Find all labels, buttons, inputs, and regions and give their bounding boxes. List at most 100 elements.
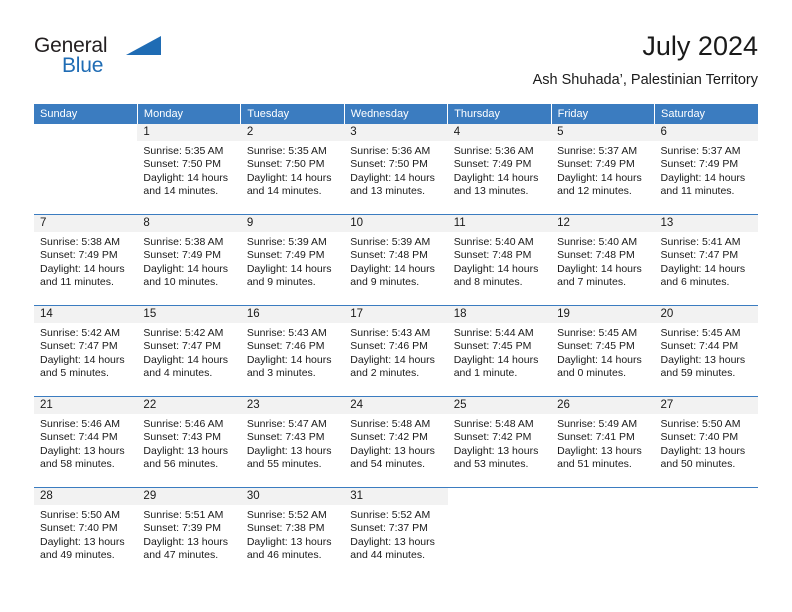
day-number: 20 — [654, 306, 758, 323]
sunset-text: Sunset: 7:37 PM — [350, 522, 428, 535]
day-number: 16 — [240, 306, 345, 323]
weekday-header-tuesday: Tuesday — [240, 104, 345, 124]
sunset-text: Sunset: 7:45 PM — [453, 340, 532, 353]
day-number: 3 — [344, 124, 448, 141]
daylight-text-line2: and 49 minutes. — [40, 549, 115, 562]
sunrise-text: Sunrise: 5:46 AM — [40, 418, 120, 430]
day-cell[interactable]: 22 Sunrise: 5:46 AM Sunset: 7:43 PM Dayligh… — [137, 396, 241, 488]
day-cell[interactable]: 14 Sunrise: 5:42 AM Sunset: 7:47 PM Dayligh… — [34, 305, 138, 397]
daylight-text-line2: and 44 minutes. — [350, 549, 425, 562]
day-number: 15 — [137, 306, 241, 323]
daylight-text-line2: and 12 minutes. — [557, 185, 632, 198]
daylight-text-line1: Daylight: 14 hours — [453, 262, 539, 275]
page-subtitle: Ash Shuhada’, Palestinian Territory — [532, 72, 758, 88]
sunrise-text: Sunrise: 5:38 AM — [143, 236, 224, 248]
day-cell[interactable]: 16 Sunrise: 5:43 AM Sunset: 7:46 PM Dayligh… — [240, 305, 345, 397]
day-cell[interactable]: 10 Sunrise: 5:39 AM Sunset: 7:48 PM Dayligh… — [344, 214, 448, 306]
day-cell[interactable]: 6 Sunrise: 5:37 AM Sunset: 7:49 PM Daylight… — [654, 124, 758, 215]
daylight-text-line2: and 13 minutes. — [350, 185, 425, 198]
day-number: 10 — [344, 215, 448, 232]
day-cell[interactable]: 19 Sunrise: 5:45 AM Sunset: 7:45 PM Dayligh… — [551, 305, 655, 397]
sunset-text: Sunset: 7:49 PM — [40, 249, 118, 262]
weekday-header-friday: Friday — [551, 104, 656, 124]
day-number: 24 — [344, 397, 448, 414]
sunset-text: Sunset: 7:49 PM — [453, 158, 532, 171]
day-cell[interactable]: 27 Sunrise: 5:50 AM Sunset: 7:40 PM Dayligh… — [654, 396, 758, 488]
day-number: 27 — [654, 397, 758, 414]
day-cell[interactable]: 25 Sunrise: 5:48 AM Sunset: 7:42 PM Dayligh… — [447, 396, 552, 488]
day-cell[interactable]: 3 Sunrise: 5:36 AM Sunset: 7:50 PM Daylight… — [344, 124, 448, 215]
sunrise-text: Sunrise: 5:48 AM — [453, 418, 534, 430]
sunset-text: Sunset: 7:49 PM — [246, 249, 325, 262]
day-cell[interactable]: 26 Sunrise: 5:49 AM Sunset: 7:41 PM Dayligh… — [551, 396, 655, 488]
day-number: 7 — [34, 215, 138, 232]
sunrise-text: Sunrise: 5:39 AM — [350, 236, 431, 248]
day-cell[interactable]: 4 Sunrise: 5:36 AM Sunset: 7:49 PM Daylight… — [447, 124, 552, 215]
daylight-text-line1: Daylight: 13 hours — [453, 444, 539, 457]
sunrise-text: Sunrise: 5:47 AM — [246, 418, 327, 430]
daylight-text-line1: Daylight: 14 hours — [557, 262, 642, 275]
day-number: 30 — [240, 488, 345, 505]
daylight-text-line1: Daylight: 14 hours — [453, 353, 539, 366]
day-cell[interactable]: 18 Sunrise: 5:44 AM Sunset: 7:45 PM Dayligh… — [447, 305, 552, 397]
sunset-text: Sunset: 7:48 PM — [557, 249, 635, 262]
logo-text-blue: Blue — [62, 54, 104, 77]
daylight-text-line1: Daylight: 13 hours — [350, 535, 435, 548]
day-cell[interactable]: 23 Sunrise: 5:47 AM Sunset: 7:43 PM Dayligh… — [240, 396, 345, 488]
sunset-text: Sunset: 7:49 PM — [660, 158, 739, 171]
day-cell[interactable]: 2 Sunrise: 5:35 AM Sunset: 7:50 PM Daylight… — [240, 124, 345, 215]
day-cell[interactable]: 29 Sunrise: 5:51 AM Sunset: 7:39 PM Dayligh… — [137, 487, 241, 578]
day-cell[interactable] — [447, 487, 552, 578]
day-cell[interactable]: 15 Sunrise: 5:42 AM Sunset: 7:47 PM Dayligh… — [137, 305, 241, 397]
day-cell[interactable]: 9 Sunrise: 5:39 AM Sunset: 7:49 PM Daylight… — [240, 214, 345, 306]
sunrise-text: Sunrise: 5:40 AM — [557, 236, 638, 248]
day-cell[interactable]: 5 Sunrise: 5:37 AM Sunset: 7:49 PM Daylight… — [551, 124, 655, 215]
day-cell[interactable]: 13 Sunrise: 5:41 AM Sunset: 7:47 PM Dayligh… — [654, 214, 758, 306]
day-cell[interactable] — [654, 487, 758, 578]
weekday-header-sunday: Sunday — [34, 104, 138, 124]
daylight-text-line2: and 11 minutes. — [660, 185, 735, 198]
day-cell[interactable]: 12 Sunrise: 5:40 AM Sunset: 7:48 PM Dayligh… — [551, 214, 655, 306]
sunrise-text: Sunrise: 5:52 AM — [350, 509, 431, 521]
daylight-text-line2: and 3 minutes. — [246, 367, 316, 380]
daylight-text-line2: and 2 minutes. — [350, 367, 420, 380]
day-cell[interactable]: 28 Sunrise: 5:50 AM Sunset: 7:40 PM Dayligh… — [34, 487, 138, 578]
daylight-text-line2: and 51 minutes. — [557, 458, 632, 471]
day-cell[interactable]: 20 Sunrise: 5:45 AM Sunset: 7:44 PM Dayligh… — [654, 305, 758, 397]
sunset-text: Sunset: 7:46 PM — [350, 340, 428, 353]
day-cell[interactable]: 24 Sunrise: 5:48 AM Sunset: 7:42 PM Dayligh… — [344, 396, 448, 488]
day-cell[interactable] — [34, 124, 138, 215]
general-blue-logo[interactable]: General Blue — [34, 34, 164, 86]
day-cell[interactable]: 30 Sunrise: 5:52 AM Sunset: 7:38 PM Dayligh… — [240, 487, 345, 578]
day-cell[interactable]: 21 Sunrise: 5:46 AM Sunset: 7:44 PM Dayligh… — [34, 396, 138, 488]
day-cell[interactable]: 1 Sunrise: 5:35 AM Sunset: 7:50 PM Daylight… — [137, 124, 241, 215]
week-row: 21 Sunrise: 5:46 AM Sunset: 7:44 PM Dayligh… — [34, 396, 758, 488]
sunrise-text: Sunrise: 5:45 AM — [660, 327, 741, 339]
day-cell[interactable]: 11 Sunrise: 5:40 AM Sunset: 7:48 PM Dayligh… — [447, 214, 552, 306]
daylight-text-line1: Daylight: 13 hours — [350, 444, 435, 457]
week-row: 1 Sunrise: 5:35 AM Sunset: 7:50 PM Daylight… — [34, 124, 758, 215]
day-number: 8 — [137, 215, 241, 232]
daylight-text-line1: Daylight: 14 hours — [40, 262, 125, 275]
day-number: 28 — [34, 488, 138, 505]
day-cell[interactable]: 8 Sunrise: 5:38 AM Sunset: 7:49 PM Daylight… — [137, 214, 241, 306]
day-cell[interactable]: 31 Sunrise: 5:52 AM Sunset: 7:37 PM Dayligh… — [344, 487, 448, 578]
daylight-text-line2: and 9 minutes. — [350, 276, 420, 289]
day-number: 26 — [551, 397, 655, 414]
daylight-text-line2: and 11 minutes. — [40, 276, 114, 289]
sunrise-text: Sunrise: 5:45 AM — [557, 327, 638, 339]
daylight-text-line1: Daylight: 14 hours — [350, 353, 435, 366]
sunrise-text: Sunrise: 5:35 AM — [246, 145, 327, 157]
day-cell[interactable]: 7 Sunrise: 5:38 AM Sunset: 7:49 PM Daylight… — [34, 214, 138, 306]
sunset-text: Sunset: 7:42 PM — [350, 431, 428, 444]
week-row: 14 Sunrise: 5:42 AM Sunset: 7:47 PM Dayligh… — [34, 305, 758, 397]
sunset-text: Sunset: 7:48 PM — [453, 249, 532, 262]
sunset-text: Sunset: 7:46 PM — [246, 340, 325, 353]
day-cell[interactable]: 17 Sunrise: 5:43 AM Sunset: 7:46 PM Dayligh… — [344, 305, 448, 397]
sunset-text: Sunset: 7:40 PM — [660, 431, 739, 444]
day-cell[interactable] — [551, 487, 655, 578]
day-number: 17 — [344, 306, 448, 323]
daylight-text-line1: Daylight: 14 hours — [40, 353, 125, 366]
daylight-text-line2: and 55 minutes. — [246, 458, 322, 471]
daylight-text-line2: and 4 minutes. — [143, 367, 213, 380]
